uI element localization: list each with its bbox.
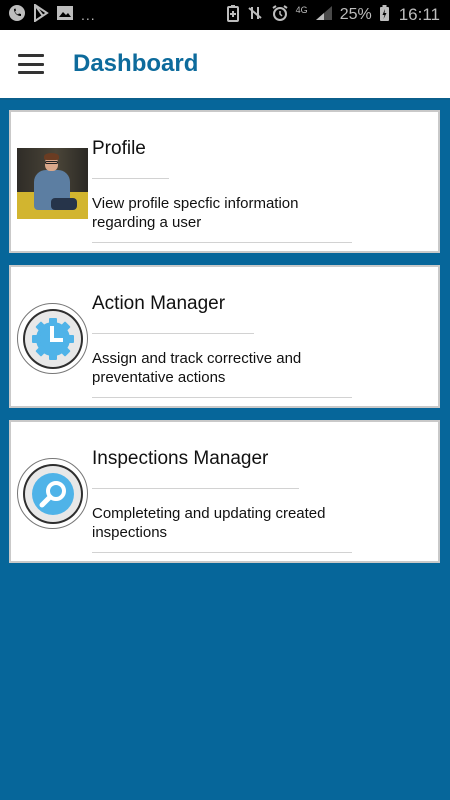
battery-saver-icon — [226, 4, 239, 27]
nfc-muted-icon — [246, 4, 264, 27]
play-store-icon — [33, 2, 49, 27]
network-type-label: 4G — [295, 5, 308, 15]
title-divider — [92, 333, 254, 334]
clock-gear-icon — [17, 303, 88, 374]
image-icon — [56, 5, 74, 26]
description-divider — [92, 397, 352, 398]
alarm-icon — [271, 4, 289, 27]
profile-card-title: Profile — [92, 138, 146, 159]
inspections-manager-card-description: Completeting and updating created inspec… — [92, 505, 326, 541]
status-bar-right: 4G 25% 16:11 — [226, 4, 440, 27]
action-manager-card[interactable]: Action Manager Assign and track correcti… — [9, 265, 440, 408]
profile-card[interactable]: Profile View profile specfic information… — [9, 110, 440, 253]
description-divider — [92, 552, 352, 553]
battery-percent: 25% — [339, 6, 372, 23]
signal-icon — [315, 5, 333, 26]
inspections-manager-card-title: Inspections Manager — [92, 448, 269, 469]
status-bar-left: ... — [8, 2, 96, 27]
app-bar: Dashboard — [0, 30, 450, 100]
inspections-manager-card[interactable]: Inspections Manager Completeting and upd… — [9, 420, 440, 563]
page-title: Dashboard — [73, 50, 199, 77]
title-divider — [92, 178, 169, 179]
more-notifications: ... — [81, 7, 96, 23]
magnifier-icon — [17, 458, 88, 529]
clock-time: 16:11 — [398, 5, 440, 24]
profile-card-description: View profile specfic information regardi… — [92, 195, 299, 231]
title-divider — [92, 488, 299, 489]
action-manager-card-title: Action Manager — [92, 293, 226, 314]
hamburger-menu-icon[interactable] — [18, 54, 44, 74]
dashboard-card-list: Profile View profile specfic information… — [9, 110, 440, 575]
battery-charging-icon — [379, 4, 390, 27]
status-bar: ... 4G 25% 16:11 — [0, 0, 450, 30]
profile-photo — [17, 148, 88, 219]
phone-icon — [8, 4, 26, 27]
action-manager-card-description: Assign and track corrective and preventa… — [92, 350, 302, 386]
description-divider — [92, 242, 352, 243]
